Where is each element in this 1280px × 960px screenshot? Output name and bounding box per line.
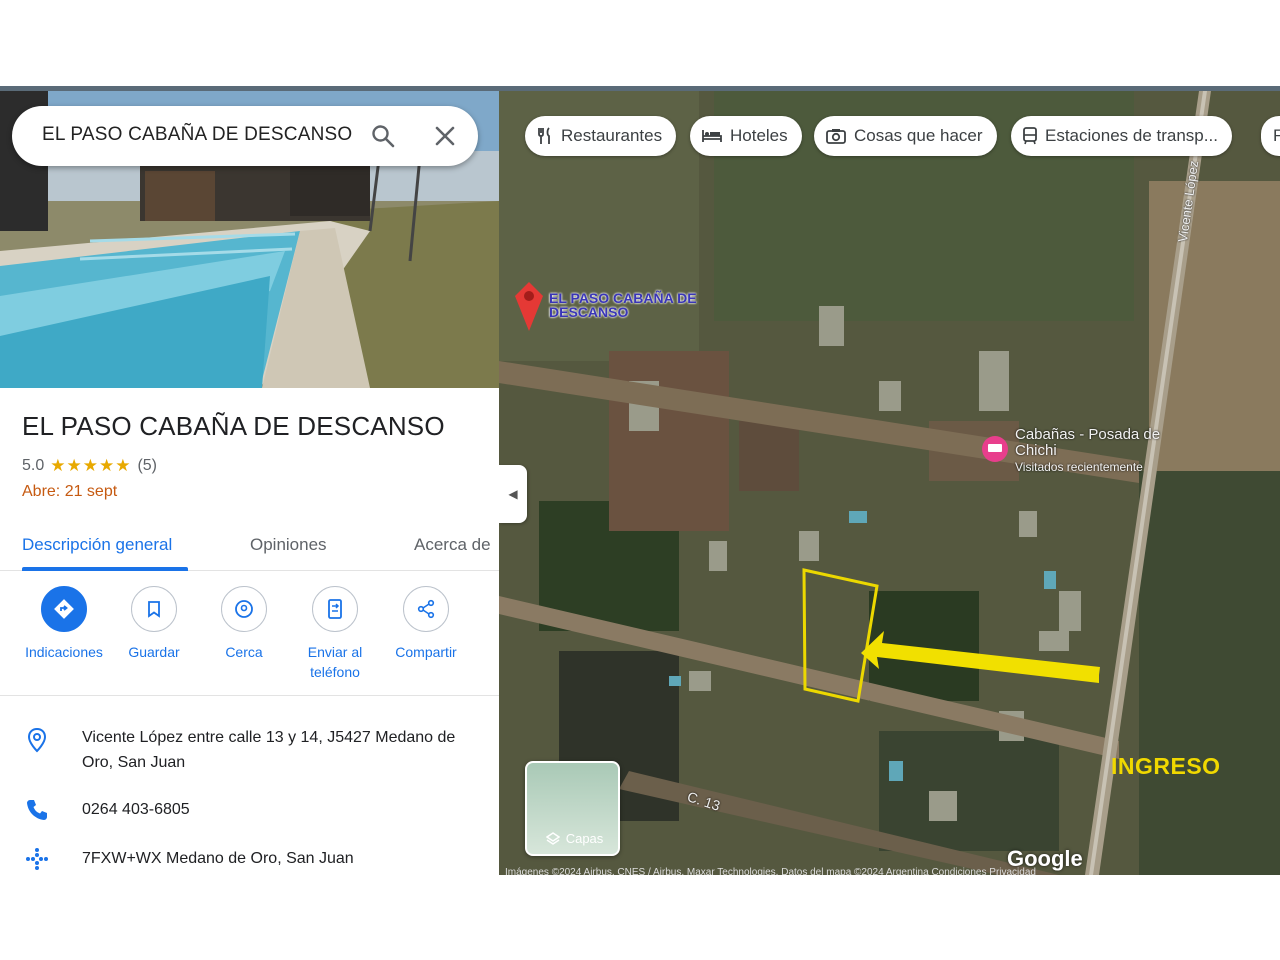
rating-stars-icon: ★★★★★ [50,456,132,475]
restaurant-icon [538,127,550,144]
directions-icon [41,586,87,632]
tab-reviews[interactable]: Opiniones [250,535,327,555]
nearby-button[interactable]: Cerca [199,586,289,662]
nearby-icon [221,586,267,632]
poi-name: Cabañas - Posada de Chichi [1015,426,1161,459]
nearby-label: Cerca [225,644,263,660]
close-icon[interactable] [432,123,458,149]
search-box[interactable]: EL PASO CABAÑA DE DESCANSO [12,106,478,166]
send-to-phone-icon [312,586,358,632]
chip-hotels[interactable]: Hoteles [690,116,802,156]
directions-button[interactable]: Indicaciones [19,586,109,662]
layers-label-row: Capas [527,831,622,846]
chip-things-to-do[interactable]: Cosas que hacer [814,116,997,156]
send-to-phone-button[interactable]: Enviar al teléfono [290,586,380,682]
transit-icon [1023,127,1037,145]
satellite-map[interactable]: ◀ Restaurantes Hoteles Cosas que hacer E… [499,91,1280,875]
rating-value: 5.0 [22,457,45,474]
chip-restaurants[interactable]: Restaurantes [525,116,677,156]
tab-about[interactable]: Acerca de [414,535,491,555]
rating-row[interactable]: 5.0 ★★★★★ (5) [22,456,157,476]
chip-transit[interactable]: Estaciones de transp... [1011,116,1232,156]
tab-overview[interactable]: Descripción general [22,535,172,555]
share-label: Compartir [395,644,457,660]
map-attribution[interactable]: Imágenes ©2024 Airbus, CNES / Airbus, Ma… [505,867,1036,875]
chip-transit-label: Estaciones de transp... [1045,126,1218,145]
directions-label: Indicaciones [25,644,103,660]
layers-button[interactable]: Capas [525,761,620,856]
phone-row[interactable]: 0264 403-6805 [0,797,499,827]
share-button[interactable]: Compartir [381,586,471,662]
chip-hotels-label: Hoteles [730,126,788,145]
collapse-panel-button[interactable]: ◀ [499,465,527,523]
chip-restaurants-label: Restaurantes [561,126,663,145]
action-buttons: Indicaciones Guardar Cerca Enviar al tel… [0,586,499,696]
plus-code-icon [24,846,50,872]
send-to-phone-label: Enviar al teléfono [307,644,363,680]
phone-icon [24,797,50,823]
open-status: Abre: 21 sept [22,483,118,500]
bookmark-icon [131,586,177,632]
chip-things-to-do-label: Cosas que hacer [854,126,983,145]
save-button[interactable]: Guardar [109,586,199,662]
hotel-icon [702,130,722,142]
maps-screenshot: EL PASO CABAÑA DE DESCANSO EL PASO CABAÑ… [0,86,1280,875]
plus-code-row[interactable]: 7FXW+WX Medano de Oro, San Juan [0,846,499,875]
save-label: Guardar [128,644,180,660]
chip-more-label: F [1273,126,1280,145]
poi-subtitle: Visitados recientemente [1015,460,1143,474]
address-row[interactable]: Vicente López entre calle 13 y 14, J5427… [0,725,499,780]
address-text: Vicente López entre calle 13 y 14, J5427… [82,729,456,771]
phone-text: 0264 403-6805 [82,801,190,818]
location-pin-icon [24,727,50,753]
place-title: EL PASO CABAÑA DE DESCANSO [22,411,445,441]
ingreso-annotation: INGRESO [1111,753,1221,779]
search-input[interactable]: EL PASO CABAÑA DE DESCANSO [42,124,352,146]
layers-icon [545,831,560,845]
place-panel: EL PASO CABAÑA DE DESCANSO EL PASO CABAÑ… [0,91,499,875]
plus-code-text: 7FXW+WX Medano de Oro, San Juan [82,850,354,867]
active-tab-indicator [22,567,188,571]
place-marker-label[interactable]: EL PASO CABAÑA DE DESCANSO [549,291,709,319]
layers-text: Capas [565,831,604,846]
camera-icon [826,129,846,144]
place-tabs: Descripción general Opiniones Acerca de [0,523,499,571]
share-icon [403,586,449,632]
review-count[interactable]: (5) [137,457,157,475]
search-icon[interactable] [370,123,396,149]
poi-label[interactable]: Cabañas - Posada de Chichi Visitados rec… [1015,427,1165,475]
